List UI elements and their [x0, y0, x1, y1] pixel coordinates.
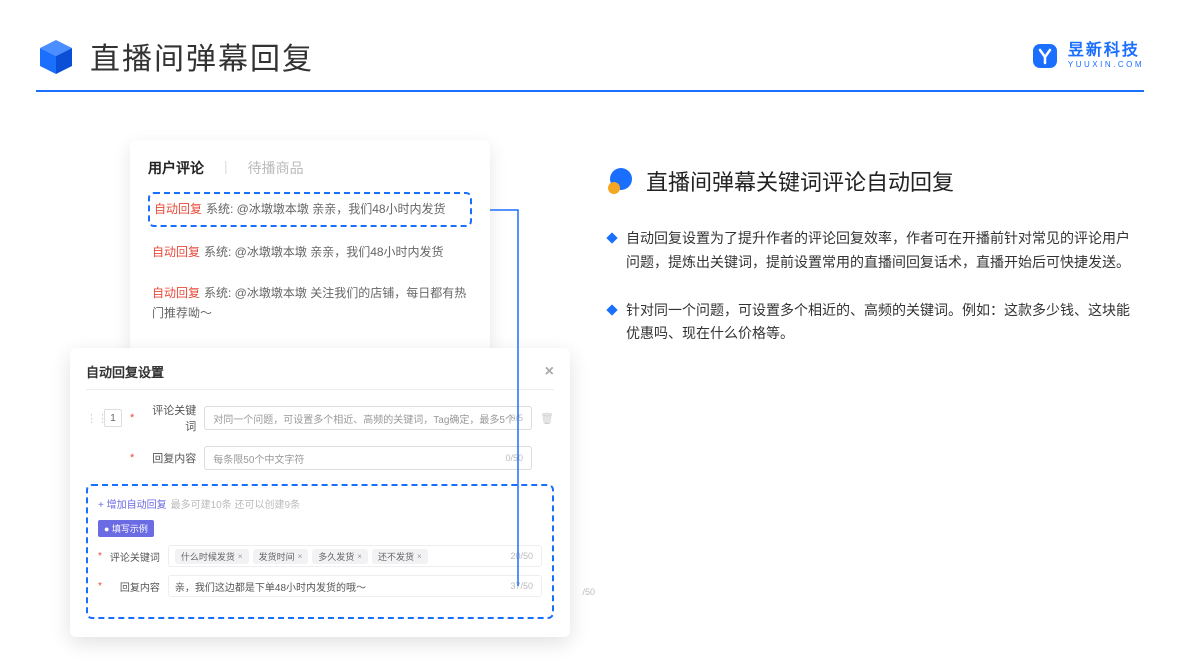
tab-user-comments[interactable]: 用户评论 — [148, 158, 204, 178]
ex-keyword-label: 评论关键词 — [110, 549, 160, 564]
tag-chip[interactable]: 还不发货× — [372, 549, 428, 564]
auto-reply-badge: 自动回复 — [152, 245, 200, 259]
diamond-icon — [606, 232, 617, 243]
required-icon: * — [98, 581, 102, 592]
required-icon: * — [130, 412, 134, 424]
reply-label: 回复内容 — [142, 450, 196, 466]
example-block: + 增加自动回复 最多可建10条 还可以创建9条 ● 填写示例 * 评论关键词 … — [86, 484, 554, 619]
logo-icon — [1030, 41, 1060, 71]
header-divider — [36, 90, 1144, 92]
section-title: 直播间弹幕关键词评论自动回复 — [608, 165, 1140, 197]
example-badge: ● 填写示例 — [98, 520, 154, 537]
partial-counter: /50 — [582, 587, 595, 597]
comment-item: 自动回复系统: @冰墩墩本墩 关注我们的店铺，每日都有热门推荐呦～ — [148, 278, 472, 328]
trash-icon[interactable]: 🗑 — [540, 412, 554, 425]
ex-reply-counter: 37/50 — [510, 581, 533, 591]
tab-separator: | — [224, 158, 228, 178]
example-reply-row: * 回复内容 亲，我们这边都是下单48小时内发货的哦～ 37/50 /50 — [98, 575, 542, 597]
brand-logo: 昱新科技 YUUXIN.COM — [1030, 41, 1144, 71]
keyword-input[interactable]: 对同一个问题，可设置多个相近、高频的关键词，Tag确定，最多5个 0/5 — [204, 406, 532, 430]
keyword-label: 评论关键词 — [142, 402, 196, 434]
diamond-icon — [606, 304, 617, 315]
auto-reply-badge: 自动回复 — [154, 202, 202, 216]
keyword-counter: 0/5 — [510, 413, 523, 423]
required-icon: * — [98, 551, 102, 562]
reply-counter: 0/50 — [505, 453, 523, 463]
page-title: 直播间弹幕回复 — [90, 34, 314, 78]
ex-reply-label: 回复内容 — [110, 579, 160, 594]
comment-text: 系统: @冰墩墩本墩 亲亲，我们48小时内发货 — [204, 245, 444, 259]
bullet-item: 自动回复设置为了提升作者的评论回复效率，作者可在开播前针对常见的评论用户问题，提… — [608, 227, 1140, 275]
logo-text-cn: 昱新科技 — [1068, 43, 1144, 59]
add-auto-reply-link[interactable]: + 增加自动回复 最多可建10条 还可以创建9条 — [98, 496, 542, 511]
required-icon: * — [130, 452, 134, 464]
comment-item: 自动回复系统: @冰墩墩本墩 亲亲，我们48小时内发货 — [148, 237, 472, 268]
ex-reply-input[interactable]: 亲，我们这边都是下单48小时内发货的哦～ 37/50 — [168, 575, 542, 597]
settings-card: 自动回复设置 × ⋮⋮ 1 * 评论关键词 对同一个问题，可设置多个相近、高频的… — [70, 348, 570, 637]
close-icon[interactable]: × — [545, 363, 554, 381]
tabs: 用户评论 | 待播商品 — [148, 158, 472, 178]
comment-item: 自动回复系统: @冰墩墩本墩 亲亲，我们48小时内发货 — [148, 192, 472, 227]
page-header: 直播间弹幕回复 昱新科技 YUUXIN.COM — [36, 22, 1144, 90]
tag-chip[interactable]: 多久发货× — [312, 549, 368, 564]
reply-input[interactable]: 每条限50个中文字符 0/50 — [204, 446, 532, 470]
row-number: 1 — [104, 409, 122, 427]
ex-keyword-input[interactable]: 什么时候发货× 发货时间× 多久发货× 还不发货× 20/50 — [168, 545, 542, 567]
auto-reply-badge: 自动回复 — [152, 286, 200, 300]
logo-text-en: YUUXIN.COM — [1068, 61, 1144, 69]
form-row-reply: * 回复内容 每条限50个中文字符 0/50 — [86, 446, 554, 470]
comment-text: 系统: @冰墩墩本墩 亲亲，我们48小时内发货 — [206, 202, 446, 216]
tag-chip[interactable]: 什么时候发货× — [175, 549, 249, 564]
right-content: 直播间弹幕关键词评论自动回复 自动回复设置为了提升作者的评论回复效率，作者可在开… — [608, 165, 1140, 370]
tab-pending-products[interactable]: 待播商品 — [248, 158, 304, 178]
drag-handle-icon[interactable]: ⋮⋮ — [86, 412, 96, 425]
comments-card: 用户评论 | 待播商品 自动回复系统: @冰墩墩本墩 亲亲，我们48小时内发货 … — [130, 140, 490, 353]
bullet-item: 针对同一个问题，可设置多个相近的、高频的关键词。例如：这款多少钱、这块能优惠吗、… — [608, 299, 1140, 347]
example-keyword-row: * 评论关键词 什么时候发货× 发货时间× 多久发货× 还不发货× 20/50 — [98, 545, 542, 567]
settings-title: 自动回复设置 — [86, 362, 164, 381]
ex-keyword-counter: 20/50 — [510, 551, 533, 561]
section-icon — [608, 168, 634, 194]
form-row-keyword: ⋮⋮ 1 * 评论关键词 对同一个问题，可设置多个相近、高频的关键词，Tag确定… — [86, 402, 554, 434]
cube-icon — [36, 36, 76, 76]
tag-chip[interactable]: 发货时间× — [253, 549, 309, 564]
